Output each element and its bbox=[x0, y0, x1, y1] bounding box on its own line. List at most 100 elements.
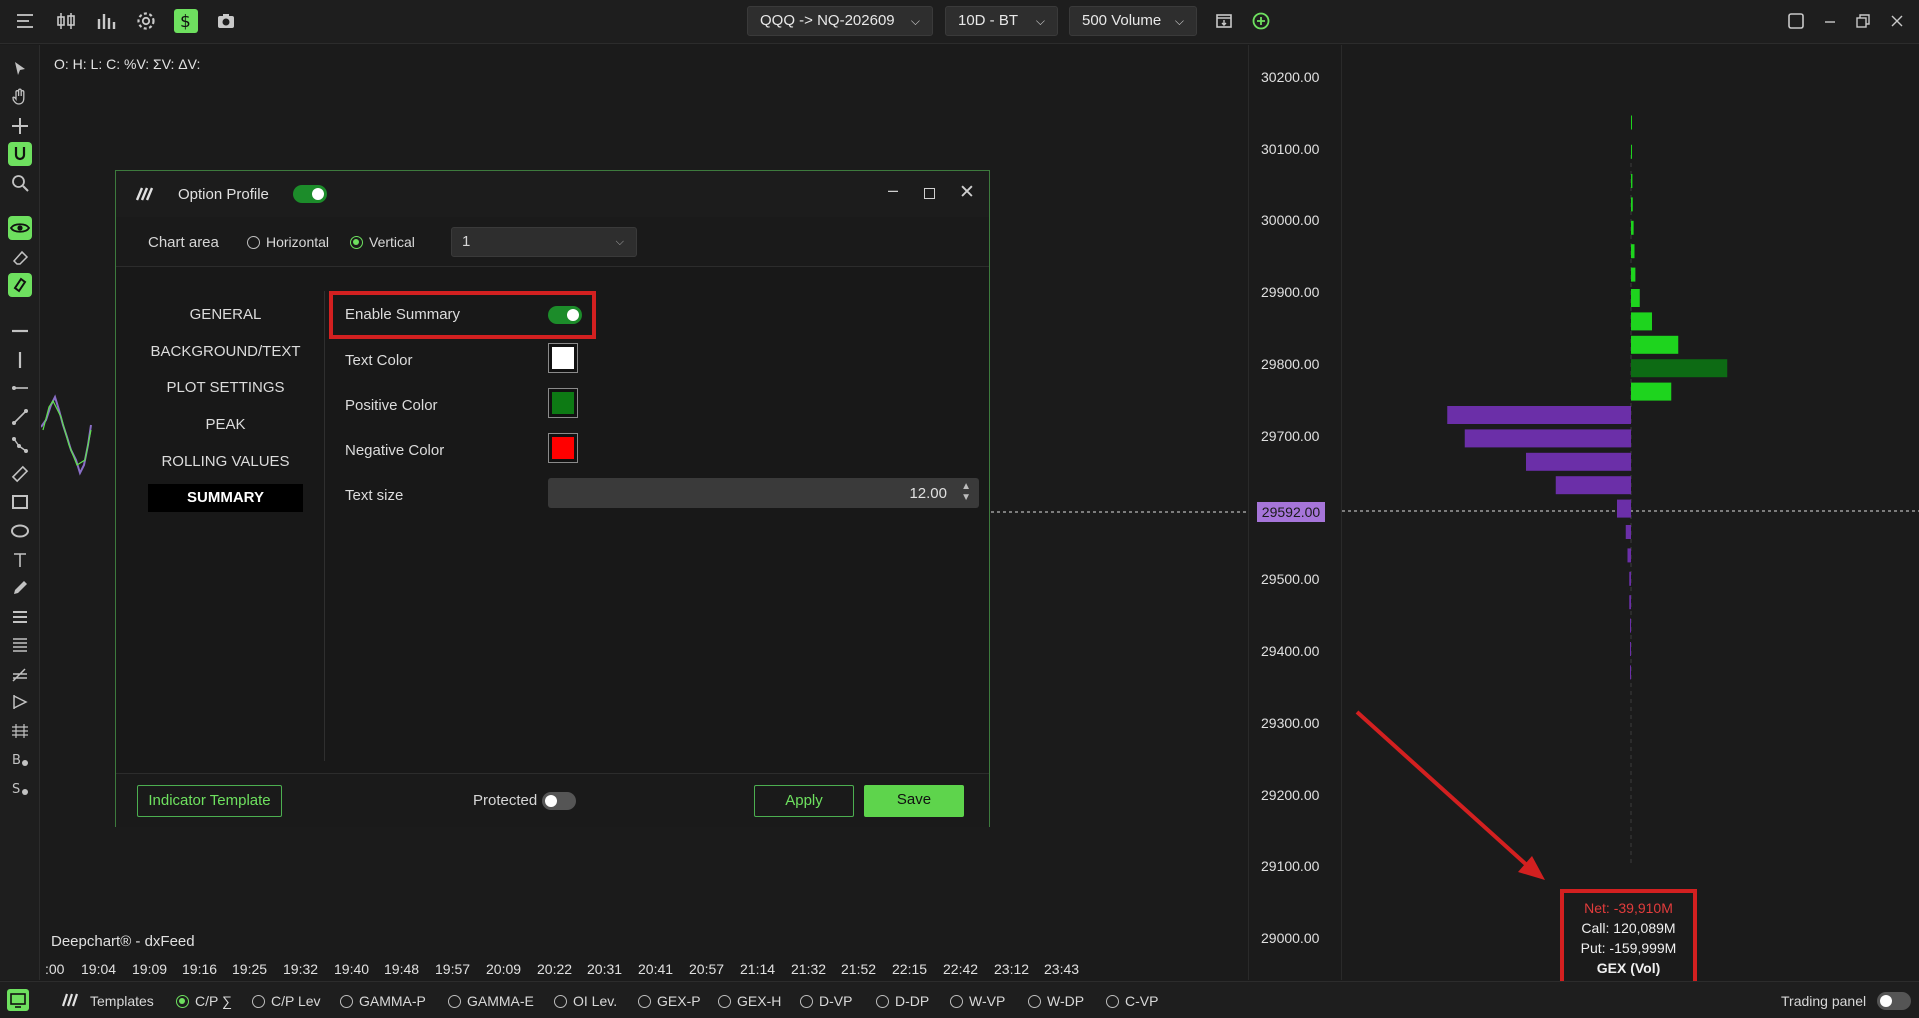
horizontal-radio[interactable]: Horizontal bbox=[247, 234, 329, 250]
gear-icon[interactable] bbox=[134, 9, 158, 33]
tab-w-dp[interactable]: W-DP bbox=[1028, 993, 1084, 1009]
tab-gamma-p[interactable]: GAMMA-P bbox=[340, 993, 426, 1009]
text-size-spinner[interactable]: 12.00 ▲ ▼ bbox=[548, 478, 979, 508]
tab-d-vp[interactable]: D-VP bbox=[800, 993, 852, 1009]
enable-summary-toggle[interactable] bbox=[548, 306, 582, 324]
stepper-arrows-icon[interactable]: ▲ ▼ bbox=[961, 481, 971, 503]
maximize-icon[interactable] bbox=[924, 188, 935, 199]
candlestick-icon[interactable] bbox=[54, 9, 78, 33]
close-icon[interactable]: ✕ bbox=[959, 181, 975, 204]
minimize-icon[interactable]: – bbox=[888, 180, 898, 201]
ray-icon[interactable] bbox=[8, 376, 32, 400]
lines-icon[interactable] bbox=[8, 633, 32, 657]
nav-plot-settings[interactable]: PLOT SETTINGS bbox=[148, 374, 303, 402]
zoom-icon[interactable] bbox=[8, 171, 32, 195]
path-icon[interactable] bbox=[8, 433, 32, 457]
text-color-swatch[interactable] bbox=[548, 343, 578, 373]
gex-bar-negative bbox=[1555, 476, 1631, 495]
camera-icon[interactable] bbox=[214, 9, 238, 33]
rectangle-icon[interactable] bbox=[8, 490, 32, 514]
templates-button[interactable]: Templates bbox=[90, 993, 154, 1009]
tab-cp-sum[interactable]: C/P ∑ bbox=[176, 993, 232, 1009]
protected-toggle[interactable] bbox=[542, 792, 576, 810]
gex-bar-positive bbox=[1631, 335, 1679, 354]
ellipse-icon[interactable] bbox=[8, 519, 32, 543]
list-icon[interactable] bbox=[8, 605, 32, 629]
hand-icon[interactable] bbox=[8, 85, 32, 109]
crosshair-icon[interactable] bbox=[8, 114, 32, 138]
nav-rolling-values[interactable]: ROLLING VALUES bbox=[148, 448, 303, 476]
menu-icon[interactable] bbox=[13, 9, 37, 33]
gex-profile-pane[interactable] bbox=[1341, 45, 1919, 980]
pencil-icon[interactable] bbox=[8, 576, 32, 600]
magnet-icon[interactable] bbox=[8, 142, 32, 166]
monitor-icon[interactable] bbox=[7, 989, 29, 1011]
tab-c-vp[interactable]: C-VP bbox=[1106, 993, 1158, 1009]
horizontal-label: Horizontal bbox=[266, 234, 330, 250]
gex-bar-positive bbox=[1631, 174, 1633, 188]
trendline-icon[interactable] bbox=[8, 405, 32, 429]
tab-oi-lev[interactable]: OI Lev. bbox=[554, 993, 617, 1009]
bars-dropdown[interactable]: 500 Volume ⌵ bbox=[1069, 6, 1197, 36]
vertical-radio[interactable]: Vertical bbox=[350, 234, 415, 250]
time-label: 20:31 bbox=[587, 961, 623, 977]
timeframe-dropdown[interactable]: 10D - BT ⌵ bbox=[945, 6, 1058, 36]
cursor-icon[interactable] bbox=[8, 57, 32, 81]
gex-bar-negative bbox=[1526, 452, 1631, 471]
radio-selected-icon bbox=[176, 994, 189, 1008]
tab-gamma-e[interactable]: GAMMA-E bbox=[448, 993, 534, 1009]
ss-tool-icon[interactable]: S bbox=[8, 776, 32, 800]
layout-icon[interactable] bbox=[1784, 9, 1808, 33]
price-path-left-up bbox=[42, 399, 92, 466]
bar-chart-icon[interactable] bbox=[94, 9, 118, 33]
bs-tool-icon[interactable]: B bbox=[8, 747, 32, 771]
radio-icon bbox=[1028, 994, 1041, 1008]
ruler-icon[interactable] bbox=[8, 462, 32, 486]
nav-background-text[interactable]: BACKGROUND/TEXT bbox=[148, 338, 303, 366]
time-axis[interactable]: :00 19:04 19:09 19:16 19:25 19:32 19:40 … bbox=[41, 955, 1248, 981]
trading-panel-toggle[interactable] bbox=[1877, 992, 1911, 1010]
apply-button[interactable]: Apply bbox=[754, 785, 854, 817]
text-tool-icon[interactable] bbox=[8, 548, 32, 572]
symbol-dropdown[interactable]: QQQ -> NQ-202609 ⌵ bbox=[747, 6, 933, 36]
dialog-titlebar[interactable]: Option Profile – ✕ bbox=[116, 171, 989, 217]
window-add-icon[interactable] bbox=[1212, 9, 1236, 33]
gex-bar-negative bbox=[1464, 429, 1631, 448]
tab-gex-p[interactable]: GEX-P bbox=[638, 993, 701, 1009]
positive-color-swatch[interactable] bbox=[548, 388, 578, 418]
chevron-down-icon: ⌵ bbox=[910, 14, 920, 28]
tab-gex-h[interactable]: GEX-H bbox=[718, 993, 781, 1009]
horizontal-line-icon[interactable] bbox=[8, 319, 32, 343]
fib-icon[interactable] bbox=[8, 662, 32, 686]
close-icon[interactable] bbox=[1885, 9, 1909, 33]
nav-peak[interactable]: PEAK bbox=[148, 411, 303, 439]
tab-cp-lev[interactable]: C/P Lev bbox=[252, 993, 321, 1009]
nav-summary[interactable]: SUMMARY bbox=[148, 484, 303, 512]
vertical-line-icon[interactable] bbox=[8, 348, 32, 372]
chevron-down-icon: ⌵ bbox=[1174, 14, 1184, 28]
chart-area-select[interactable]: 1 ⌵ bbox=[451, 227, 637, 257]
gex-bar-negative bbox=[1630, 642, 1631, 656]
projection-icon[interactable] bbox=[8, 690, 32, 714]
indicator-enabled-toggle[interactable] bbox=[293, 185, 327, 203]
restore-icon[interactable] bbox=[1851, 9, 1875, 33]
gex-bar-positive bbox=[1631, 382, 1672, 401]
tab-d-dp[interactable]: D-DP bbox=[876, 993, 929, 1009]
dollar-icon[interactable]: $ bbox=[174, 9, 198, 33]
radio-icon bbox=[876, 994, 889, 1008]
nav-general[interactable]: GENERAL bbox=[148, 301, 303, 329]
lock-magnet-icon[interactable] bbox=[8, 273, 32, 297]
nav-divider bbox=[324, 291, 325, 761]
eye-icon[interactable] bbox=[8, 216, 32, 240]
tab-w-vp[interactable]: W-VP bbox=[950, 993, 1005, 1009]
price-label: 29100.00 bbox=[1261, 858, 1320, 874]
negative-color-swatch[interactable] bbox=[548, 433, 578, 463]
range-icon[interactable] bbox=[8, 719, 32, 743]
save-button[interactable]: Save bbox=[864, 785, 964, 817]
gex-bar-positive bbox=[1631, 197, 1633, 212]
eraser-icon[interactable] bbox=[8, 245, 32, 269]
indicator-template-button[interactable]: Indicator Template bbox=[137, 785, 282, 817]
add-indicator-icon[interactable] bbox=[1249, 9, 1273, 33]
minimize-icon[interactable] bbox=[1818, 9, 1842, 33]
tab-label: D-VP bbox=[819, 993, 853, 1009]
